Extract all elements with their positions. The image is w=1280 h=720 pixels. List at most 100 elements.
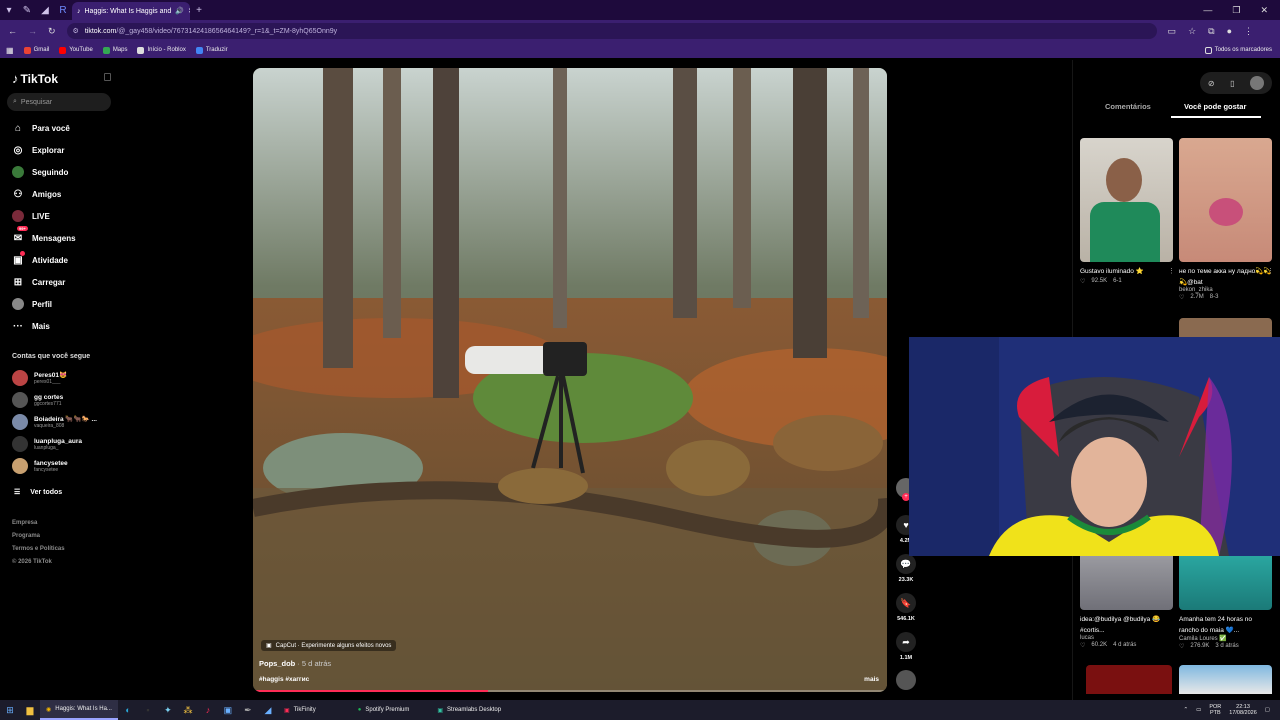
suggested-video-card[interactable]: не по теме акка ну ладно💫💫💫@bat bekon_zh… [1179, 138, 1274, 301]
capcut-banner[interactable]: ▣ CapCut · Experimente alguns efeitos nov… [261, 640, 397, 651]
app-icon[interactable]: ▪ [138, 700, 158, 720]
card-menu-icon[interactable]: ⋮ [1168, 267, 1175, 275]
app-icon[interactable]: ⁂ [178, 700, 198, 720]
taskbar-app-chrome[interactable]: ◉ Haggis: What Is Ha... [40, 700, 118, 720]
partial-thumbnail[interactable] [1086, 665, 1172, 694]
taskbar-app-tikfinity[interactable]: ▣ TikFinity [278, 700, 322, 720]
partial-thumbnail[interactable] [1179, 665, 1272, 694]
followed-account[interactable]: Peres01😻 peres01___ [12, 370, 67, 386]
url-input[interactable]: ⚙ tiktok.com/@_gay458/video/767314241865… [66, 23, 1157, 39]
nav-amigos[interactable]: ⚇ Amigos [0, 185, 125, 203]
site-info-icon[interactable]: ⚙ [73, 27, 79, 35]
nav-seguindo[interactable]: Seguindo [0, 163, 125, 181]
tab-favicon-1[interactable]: ✎ [18, 0, 36, 20]
followed-account[interactable]: Boiadeira 🐂🐂🐎 ... vaqueira_808 [12, 414, 97, 430]
nav-mais[interactable]: ··· Mais [0, 317, 125, 335]
bookmark-youtube[interactable]: YouTube [59, 46, 93, 54]
network-icon[interactable]: ▭ [1196, 707, 1201, 713]
account-name: gg cortes [34, 393, 64, 401]
collapse-sidebar-icon[interactable] [104, 73, 111, 81]
nav-live[interactable]: LIVE [0, 207, 125, 225]
bookmark-translate[interactable]: Traduzir [195, 46, 228, 54]
footer-link-termos[interactable]: Termos e Políticas [12, 546, 65, 552]
tiktok-logo[interactable]: ♪ TikTok [12, 71, 58, 86]
search-input[interactable]: ⌕ Pesquisar [7, 93, 111, 111]
nav-perfil[interactable]: Perfil [0, 295, 125, 313]
compass-icon[interactable]: ⊘ [1208, 79, 1215, 88]
video-progress-bar[interactable] [253, 690, 887, 692]
bookmark-roblox[interactable]: Início - Roblox [137, 46, 186, 54]
avatar-icon[interactable] [1250, 76, 1265, 90]
nav-label: Para você [32, 123, 70, 133]
tab-comments[interactable]: Comentários [1105, 102, 1151, 111]
card-title: не по теме акка ну ладно💫💫💫@bat [1179, 268, 1272, 286]
tab-active[interactable]: ♪ Haggis: What Is Haggis and 🔊 ✕ [72, 2, 190, 20]
edge-icon[interactable]: ◐ [118, 700, 138, 720]
windows-start-icon[interactable]: ⊞ [0, 700, 20, 720]
notifications-icon[interactable]: ▢ [1265, 707, 1270, 713]
footer-link-empresa[interactable]: Empresa [12, 520, 37, 526]
profile-avatar-icon[interactable]: ● [1227, 26, 1232, 37]
save-button[interactable]: 🔖 546.1K [895, 593, 917, 622]
followed-account[interactable]: luanpluga_aura luanpluga_ [12, 436, 82, 452]
bookmark-icon: 🔖 [896, 593, 916, 613]
nav-mensagens[interactable]: ✉ 99+ Mensagens [0, 226, 125, 247]
tray-overflow-icon[interactable]: ⌃ [1184, 707, 1189, 713]
share-button[interactable]: ➦ 1.1M [895, 632, 917, 661]
extensions-icon[interactable]: ⧉ [1208, 26, 1214, 37]
suggested-video-card[interactable]: Amanha tem 24 horas no rancho do maia 💙.… [1179, 556, 1272, 650]
nav-carregar[interactable]: ⊞ Carregar [0, 273, 125, 291]
tab-favicon-3[interactable]: R [54, 0, 72, 20]
nav-explorar[interactable]: ◎ Explorar [0, 141, 125, 159]
app-icon[interactable]: ◢ [258, 700, 278, 720]
language-indicator[interactable]: POR PTB [1209, 704, 1221, 716]
browser-menu-icon[interactable]: ⋮ [1244, 26, 1253, 37]
new-tab-button[interactable]: + [190, 0, 208, 20]
apps-grid-icon[interactable]: ▦ [6, 46, 14, 55]
followed-account[interactable]: gg cortes ggcortes771 [12, 392, 63, 408]
footer-link-programa[interactable]: Programa [12, 533, 40, 539]
taskbar-app-streamlabs[interactable]: ▣ Streamlabs Desktop [431, 700, 507, 720]
video-author[interactable]: Pops_dob · 5 d atrás [259, 659, 331, 668]
nav-para-voce[interactable]: ⌂ Para você [0, 119, 125, 137]
more-button[interactable]: mais [864, 676, 879, 683]
tab-favicon-2[interactable]: ◢ [36, 0, 54, 20]
app-icon[interactable]: ▣ [218, 700, 238, 720]
app-icon[interactable]: ✦ [158, 700, 178, 720]
all-bookmarks[interactable]: Todos os marcadores [1204, 46, 1280, 54]
followed-account[interactable]: fancysetee fancysetee [12, 458, 68, 474]
suggested-video-card[interactable]: idea:@budilya @budilya 😂 #cortis... luca… [1080, 556, 1173, 649]
see-all-button[interactable]: ☰ Ver todos [14, 488, 62, 497]
tab-you-may-like[interactable]: Você pode gostar [1184, 102, 1246, 111]
bookmark-maps[interactable]: Maps [102, 46, 127, 54]
taskbar-app-spotify[interactable]: ● Spotify Premium [352, 700, 416, 720]
video-hashtags[interactable]: #haggis #хаггис [259, 676, 309, 683]
clock[interactable]: 22:13 17/08/2026 [1229, 704, 1257, 716]
partial-thumbnail[interactable] [1179, 318, 1272, 337]
close-window-icon[interactable]: ✕ [1260, 5, 1268, 16]
minimize-icon[interactable]: — [1203, 5, 1212, 16]
card-menu-icon[interactable]: ⋮ [1267, 267, 1274, 275]
footer-copyright: © 2026 TikTok [12, 559, 52, 565]
reload-icon[interactable]: ↻ [48, 26, 56, 37]
video-player[interactable]: ▣ CapCut · Experimente alguns efeitos nov… [253, 68, 887, 692]
bookmark-gmail[interactable]: Gmail [23, 46, 49, 54]
phone-icon[interactable]: ▯ [1230, 79, 1234, 88]
speaker-icon[interactable]: 🔊 [175, 7, 184, 15]
tab-list-icon[interactable]: ▾ [0, 0, 18, 20]
sound-disc-button[interactable] [895, 670, 917, 690]
bookmark-star-icon[interactable]: ☆ [1188, 26, 1196, 37]
app-icon[interactable]: ✒ [238, 700, 258, 720]
tiktok-page: ♪ TikTok ⌕ Pesquisar ⌂ Para você ◎ Explorar … [0, 60, 1280, 700]
suggested-video-card[interactable]: Gustavo iluminado ⭐ ♡ 92.5K 6-1 ⋮ [1080, 138, 1175, 285]
forward-icon[interactable]: → [28, 26, 37, 36]
list-icon: ☰ [14, 489, 21, 496]
capcut-icon: ▣ [266, 643, 272, 649]
maximize-icon[interactable]: ❐ [1232, 5, 1240, 16]
back-icon[interactable]: ← [8, 26, 17, 36]
cast-icon[interactable]: ▭ [1168, 26, 1177, 37]
file-explorer-icon[interactable]: ▆ [20, 700, 40, 720]
tiktok-icon[interactable]: ♪ [198, 700, 218, 720]
comment-button[interactable]: 💬 23.3K [895, 554, 917, 583]
nav-atividade[interactable]: ▣ Atividade [0, 251, 125, 269]
